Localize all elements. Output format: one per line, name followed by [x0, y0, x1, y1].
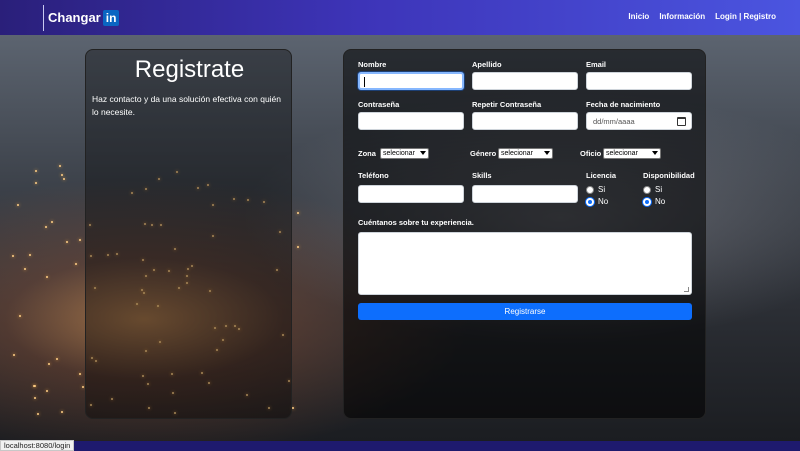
nav-link-inicio[interactable]: Inicio [628, 12, 649, 21]
nav-link-login-registro[interactable]: Login | Registro [715, 12, 776, 21]
zona-select-value: selecionar [383, 150, 415, 157]
spark-particle [56, 358, 59, 361]
experiencia-textarea[interactable] [358, 232, 692, 295]
chevron-down-icon [420, 151, 426, 155]
radio-si[interactable] [586, 185, 594, 194]
spark-particle [29, 253, 32, 256]
email-label: Email [586, 60, 607, 69]
calendar-icon[interactable] [677, 117, 686, 126]
spark-particle [81, 386, 84, 389]
spark-particle [47, 363, 50, 366]
oficio-label: Oficio [580, 149, 602, 158]
nombre-label: Nombre [358, 60, 387, 69]
nav-link-informacion[interactable]: Información [659, 12, 705, 21]
radio-label: Si [655, 185, 663, 194]
apellido-input[interactable] [472, 72, 578, 90]
nav-links: Inicio Información Login | Registro [628, 12, 776, 21]
spark-particle [33, 396, 36, 399]
spark-particle [296, 246, 299, 249]
brand-badge: in [102, 9, 120, 26]
spark-particle [62, 177, 65, 180]
top-navbar: Changar in Inicio Información Login | Re… [0, 0, 800, 35]
spark-particle [33, 385, 36, 388]
disponibilidad-option-no[interactable]: No [643, 197, 665, 206]
skills-input[interactable] [472, 185, 578, 203]
spark-particle [17, 203, 20, 206]
intro-description: Haz contacto y da una solución efectiva … [92, 94, 282, 117]
page-title: Registrate [134, 56, 245, 83]
spark-particle [296, 212, 299, 215]
skills-label: Skills [472, 171, 492, 180]
spark-particle [18, 315, 21, 318]
date-placeholder: dd/mm/aaaa [593, 117, 635, 126]
fecha-nacimiento-input[interactable]: dd/mm/aaaa [586, 112, 692, 130]
genero-label: Género [470, 149, 497, 158]
spark-particle [59, 165, 62, 168]
telefono-input[interactable] [358, 185, 464, 203]
zona-label: Zona [358, 149, 376, 158]
chevron-down-icon [544, 151, 550, 155]
fecha-nacimiento-label: Fecha de nacimiento [586, 100, 661, 109]
oficio-select-value: selecionar [606, 150, 638, 157]
nombre-input[interactable] [358, 72, 464, 90]
licencia-option-no[interactable]: No [586, 197, 608, 206]
radio-si[interactable] [643, 185, 651, 194]
radio-label: No [655, 197, 666, 206]
genero-select[interactable]: selecionar [498, 148, 553, 159]
spark-particle [79, 239, 82, 241]
disponibilidad-option-si[interactable]: Si [643, 185, 662, 194]
spark-particle [60, 174, 63, 177]
telefono-label: Teléfono [358, 171, 389, 180]
oficio-select[interactable]: selecionar [603, 148, 661, 159]
spark-particle [61, 411, 64, 414]
status-bar-url: localhost:8080/login [0, 440, 75, 451]
spark-particle [44, 225, 47, 228]
radio-label: No [598, 197, 609, 206]
spark-particle [34, 182, 37, 185]
licencia-label: Licencia [586, 171, 617, 180]
repetir-contrasena-input[interactable] [472, 112, 578, 130]
contrasena-input[interactable] [358, 112, 464, 130]
licencia-option-si[interactable]: Si [586, 185, 605, 194]
radio-no-checked[interactable] [586, 197, 594, 206]
registration-form: Nombre Apellido Email Contraseña Repetir… [343, 49, 706, 419]
spark-particle [65, 241, 68, 243]
repetir-contrasena-label: Repetir Contraseña [472, 100, 542, 109]
brand-text: Changar [48, 10, 101, 25]
radio-label: Si [598, 185, 606, 194]
resize-handle-icon[interactable] [684, 287, 689, 292]
contrasena-label: Contraseña [358, 100, 400, 109]
registrarse-button[interactable]: Registrarse [358, 303, 692, 320]
experiencia-label: Cuéntanos sobre tu experiencia. [358, 218, 474, 227]
email-input[interactable] [586, 72, 692, 90]
apellido-label: Apellido [472, 60, 502, 69]
spark-particle [50, 220, 53, 223]
genero-select-value: selecionar [501, 150, 533, 157]
spark-particle [291, 407, 294, 410]
text-caret [364, 77, 365, 87]
intro-panel: Registrate Haz contacto y da una solució… [85, 49, 292, 419]
spark-particle [24, 268, 27, 271]
spark-particle [12, 254, 15, 257]
zona-select[interactable]: selecionar [380, 148, 429, 159]
spark-particle [78, 372, 81, 375]
radio-no-checked[interactable] [643, 197, 651, 206]
bottom-bar [0, 441, 800, 451]
spark-particle [36, 412, 39, 415]
chevron-down-icon [652, 151, 658, 155]
spark-particle [46, 389, 49, 392]
spark-particle [34, 170, 37, 173]
disponibilidad-label: Disponibilidad [643, 171, 695, 180]
spark-particle [12, 354, 15, 357]
brand-logo[interactable]: Changar in [43, 4, 120, 31]
spark-particle [74, 263, 77, 266]
spark-particle [46, 276, 49, 279]
